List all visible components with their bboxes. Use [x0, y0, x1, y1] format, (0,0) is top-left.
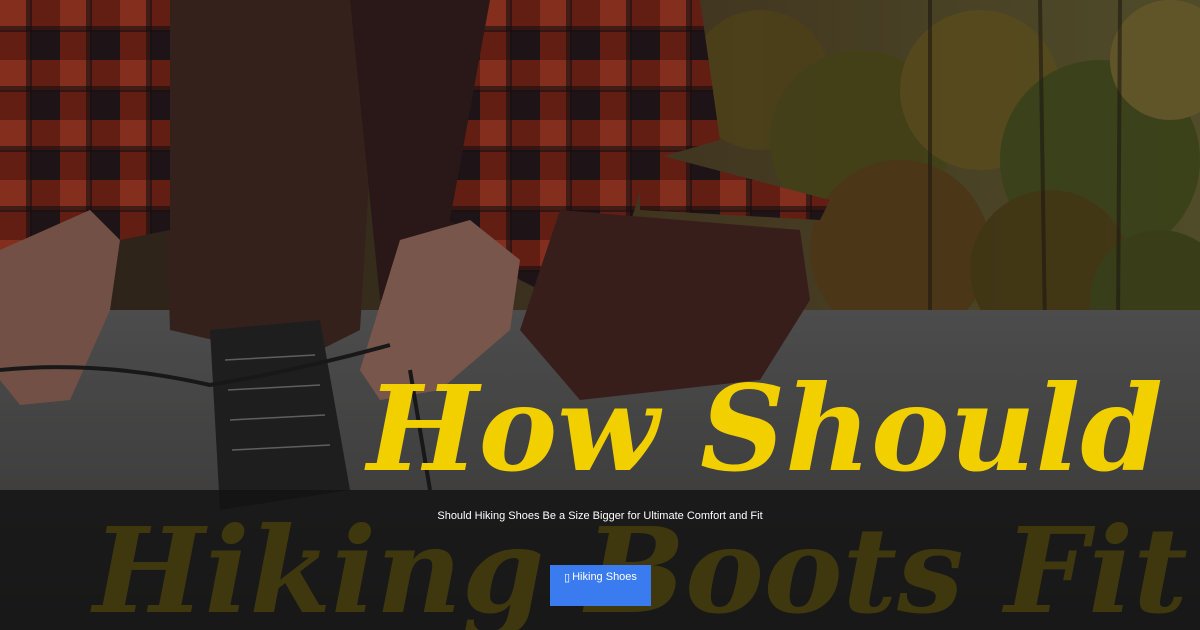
category-label: Hiking Shoes — [572, 571, 637, 583]
folder-icon: ▯ — [564, 572, 571, 584]
post-title: Should Hiking Shoes Be a Size Bigger for… — [437, 510, 763, 522]
category-button[interactable]: ▯ Hiking Shoes — [550, 565, 651, 606]
